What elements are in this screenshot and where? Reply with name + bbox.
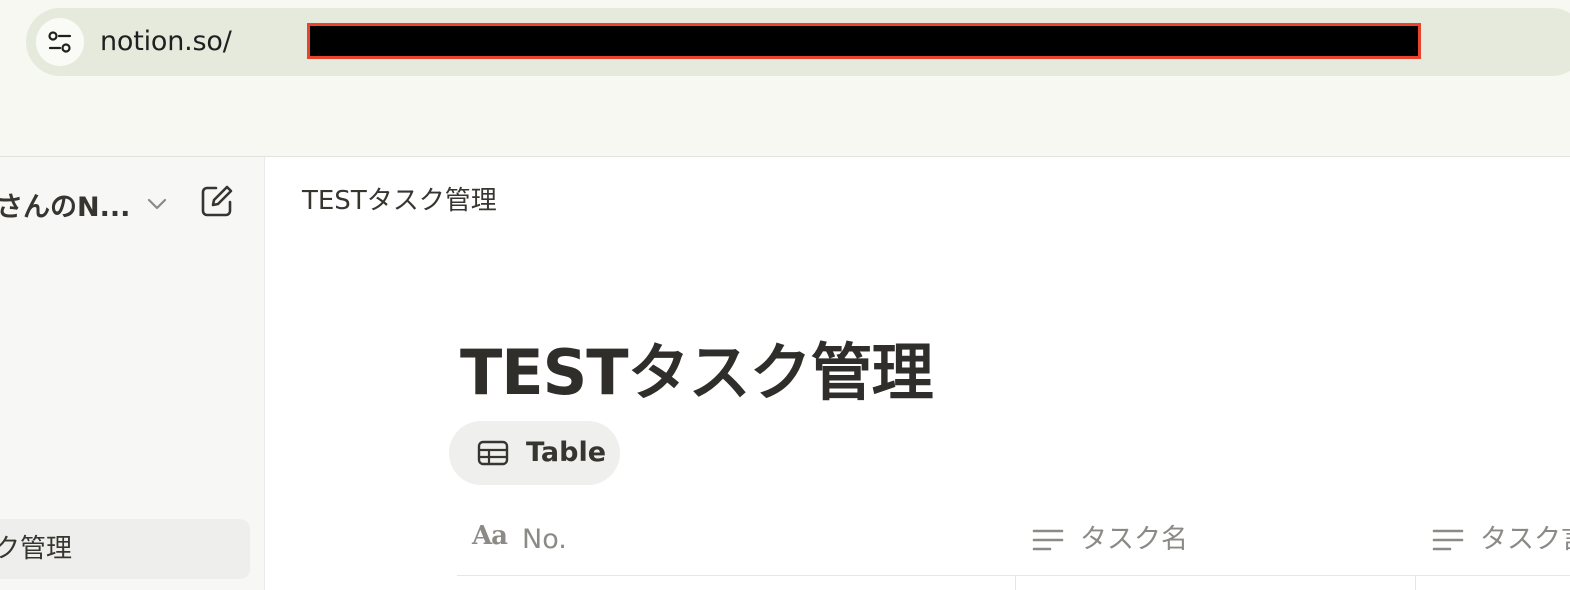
column-header-label: No. [522, 524, 567, 555]
text-type-icon [1032, 529, 1064, 551]
column-header-label: タスク言 [1480, 524, 1570, 555]
view-tab-table[interactable]: Table [449, 421, 620, 485]
title-type-icon: Aa [472, 521, 508, 551]
browser-toolbar: notion.so/ [0, 0, 1570, 157]
column-header-task-name[interactable]: タスク名 [1016, 505, 1415, 590]
sidebar-item-task-management[interactable]: ク管理 [0, 519, 250, 579]
table-header-row: Aa No. タスク名 タスク言 [457, 505, 1570, 590]
text-type-icon [1432, 529, 1464, 551]
column-header-no[interactable]: Aa No. [457, 505, 1015, 590]
chevron-down-icon[interactable] [144, 191, 170, 217]
sidebar-item-label: ク管理 [0, 534, 73, 564]
column-header-label: タスク名 [1080, 524, 1188, 555]
address-bar[interactable]: notion.so/ [26, 8, 1570, 76]
view-tab-label: Table [526, 437, 607, 468]
column-header-task-detail[interactable]: タスク言 [1416, 505, 1570, 590]
page-title[interactable]: TESTタスク管理 [460, 322, 934, 412]
new-page-icon[interactable] [199, 183, 235, 219]
sidebar: さんのN... ク管理 [0, 157, 265, 590]
tune-icon [48, 31, 72, 53]
breadcrumb[interactable]: TESTタスク管理 [302, 180, 497, 217]
url-prefix: notion.so/ [100, 26, 232, 57]
url-text[interactable]: notion.so/ [100, 8, 1421, 76]
site-info-button[interactable] [36, 18, 84, 66]
table-icon [477, 440, 509, 466]
redacted-url-path [307, 23, 1421, 59]
workspace-name[interactable]: さんのN... [0, 185, 130, 224]
